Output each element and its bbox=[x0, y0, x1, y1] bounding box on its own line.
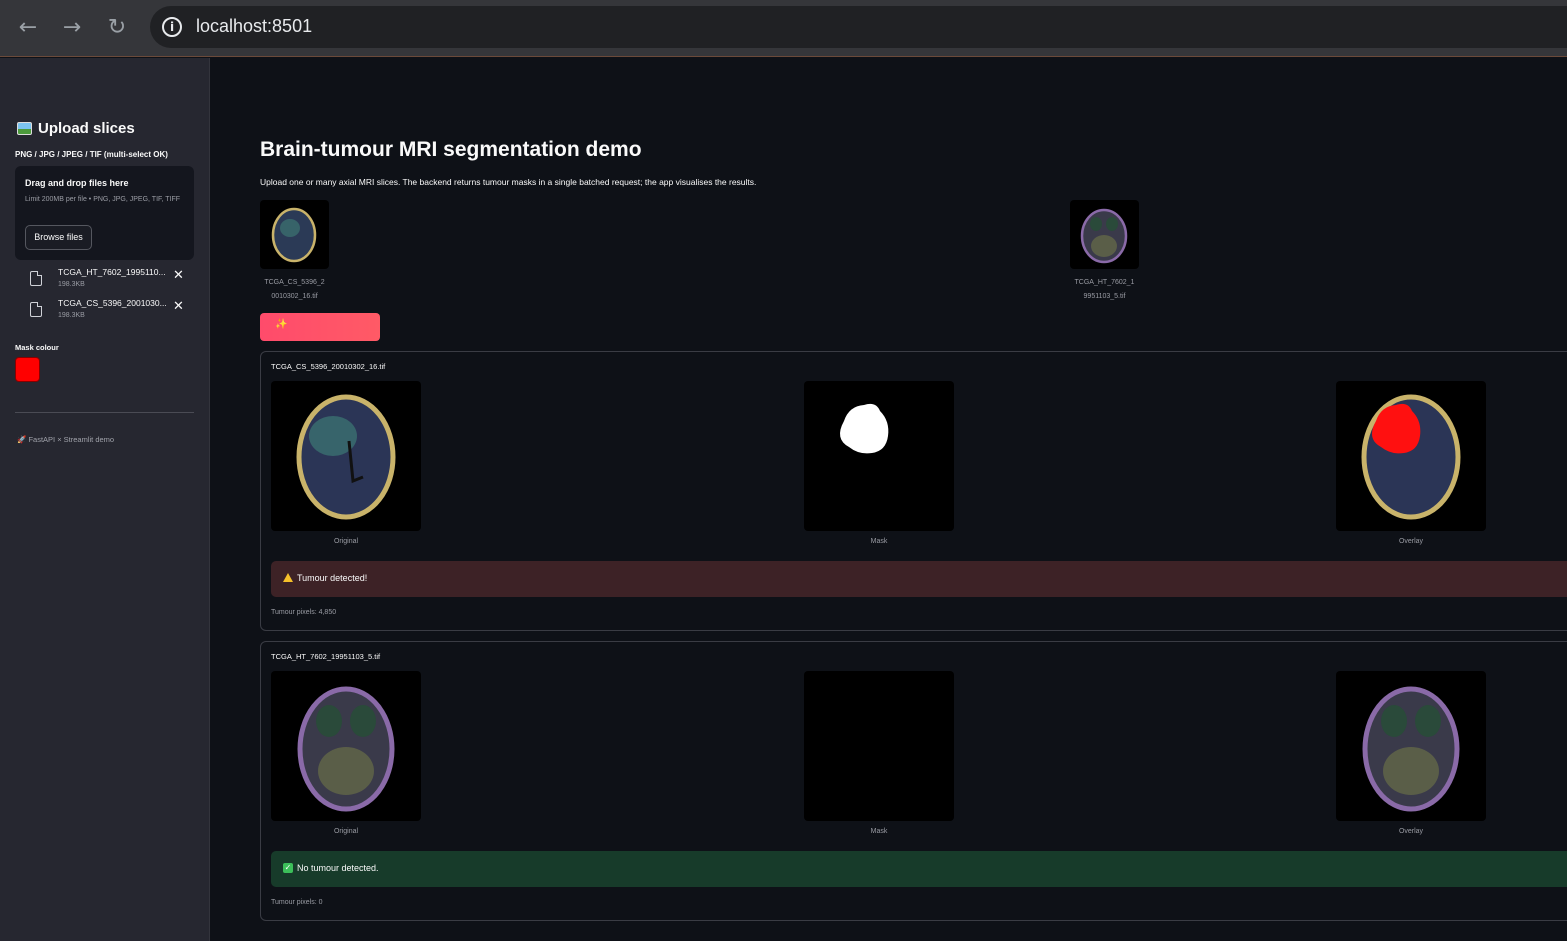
file-size: 198.3KB bbox=[58, 281, 85, 288]
result-filename: TCGA_HT_7602_19951103_5.tif bbox=[271, 652, 381, 661]
image-caption: Overlay bbox=[1398, 538, 1424, 545]
file-size: 198.3KB bbox=[58, 312, 85, 319]
warning-icon bbox=[283, 573, 293, 583]
tumour-pixel-count: Tumour pixels: 4,850 bbox=[271, 609, 337, 616]
file-dropzone[interactable]: Drag and drop files here Limit 200MB per… bbox=[15, 166, 194, 260]
browse-files-button[interactable]: Browse files bbox=[25, 225, 92, 250]
warning-alert: Tumour detected! bbox=[271, 561, 1567, 597]
sidebar-footer: 🚀 FastAPI × Streamlit demo bbox=[17, 435, 114, 444]
rocket-icon: 🚀 bbox=[17, 435, 27, 444]
image-caption: Original bbox=[333, 538, 359, 545]
browser-toolbar: ← → ↻ i localhost:8501 bbox=[0, 0, 1567, 57]
segment-button[interactable]: ✨ bbox=[260, 313, 380, 341]
thumbnail-caption: TCGA_HT_7602_1 9951103_5.tif bbox=[1070, 276, 1139, 304]
original-image bbox=[271, 381, 421, 531]
checkmark-icon: ✓ bbox=[283, 863, 293, 873]
sidebar-title: Upload slices bbox=[17, 120, 135, 137]
sparkles-icon: ✨ bbox=[275, 319, 288, 330]
original-image bbox=[271, 671, 421, 821]
divider bbox=[15, 412, 194, 413]
page-title: Brain-tumour MRI segmentation demo bbox=[260, 138, 642, 161]
caption-line: TCGA_CS_5396_2 bbox=[264, 279, 325, 286]
caption-line: TCGA_HT_7602_1 bbox=[1074, 279, 1135, 286]
overlay-image bbox=[1336, 671, 1486, 821]
thumbnail-image bbox=[260, 200, 329, 269]
mask-colour-label: Mask colour bbox=[15, 343, 59, 352]
uploaded-file-item: TCGA_CS_5396_2001030... 198.3KB ✕ bbox=[30, 298, 190, 329]
thumbnail-image bbox=[1070, 200, 1139, 269]
sidebar-title-text: Upload slices bbox=[38, 120, 135, 137]
address-bar[interactable]: i localhost:8501 bbox=[150, 6, 1567, 48]
result-card: TCGA_HT_7602_19951103_5.tif Original Mas… bbox=[260, 641, 1567, 921]
thumbnail-caption: TCGA_CS_5396_2 0010302_16.tif bbox=[260, 276, 329, 304]
result-filename: TCGA_CS_5396_20010302_16.tif bbox=[271, 362, 386, 371]
file-name: TCGA_HT_7602_1995110... bbox=[58, 267, 166, 277]
image-caption: Mask bbox=[870, 538, 888, 545]
success-alert: ✓ No tumour detected. bbox=[271, 851, 1567, 887]
page-description: Upload one or many axial MRI slices. The… bbox=[260, 177, 757, 187]
image-caption: Mask bbox=[870, 828, 888, 835]
url-text[interactable]: localhost:8501 bbox=[196, 16, 312, 37]
overlay-image bbox=[1336, 381, 1486, 531]
picture-icon bbox=[17, 122, 32, 135]
file-icon bbox=[30, 302, 42, 317]
image-caption: Original bbox=[333, 828, 359, 835]
alert-text: No tumour detected. bbox=[297, 863, 379, 873]
mask-image bbox=[804, 381, 954, 531]
file-name: TCGA_CS_5396_2001030... bbox=[58, 298, 167, 308]
result-card: TCGA_CS_5396_20010302_16.tif Original Ma… bbox=[260, 351, 1567, 631]
footer-text: FastAPI × Streamlit demo bbox=[28, 435, 115, 444]
back-arrow-icon[interactable]: ← bbox=[14, 14, 42, 42]
remove-file-icon[interactable]: ✕ bbox=[173, 268, 184, 283]
dropzone-limit: Limit 200MB per file • PNG, JPG, JPEG, T… bbox=[25, 196, 181, 203]
uploaded-file-item: TCGA_HT_7602_1995110... 198.3KB ✕ bbox=[30, 267, 190, 298]
mask-colour-picker[interactable] bbox=[15, 357, 40, 382]
tumour-pixel-count: Tumour pixels: 0 bbox=[271, 899, 323, 906]
main-content: Brain-tumour MRI segmentation demo Uploa… bbox=[210, 58, 1567, 941]
dropzone-title: Drag and drop files here bbox=[25, 178, 129, 188]
reload-icon[interactable]: ↻ bbox=[103, 14, 131, 42]
forward-arrow-icon[interactable]: → bbox=[58, 14, 86, 42]
image-caption: Overlay bbox=[1398, 828, 1424, 835]
alert-text: Tumour detected! bbox=[297, 573, 368, 583]
info-icon[interactable]: i bbox=[162, 17, 182, 37]
remove-file-icon[interactable]: ✕ bbox=[173, 299, 184, 314]
caption-line: 9951103_5.tif bbox=[1083, 293, 1126, 300]
file-icon bbox=[30, 271, 42, 286]
mask-image bbox=[804, 671, 954, 821]
caption-line: 0010302_16.tif bbox=[271, 293, 318, 300]
sidebar: Upload slices PNG / JPG / JPEG / TIF (mu… bbox=[0, 58, 210, 941]
upload-hint: PNG / JPG / JPEG / TIF (multi-select OK) bbox=[15, 150, 168, 159]
